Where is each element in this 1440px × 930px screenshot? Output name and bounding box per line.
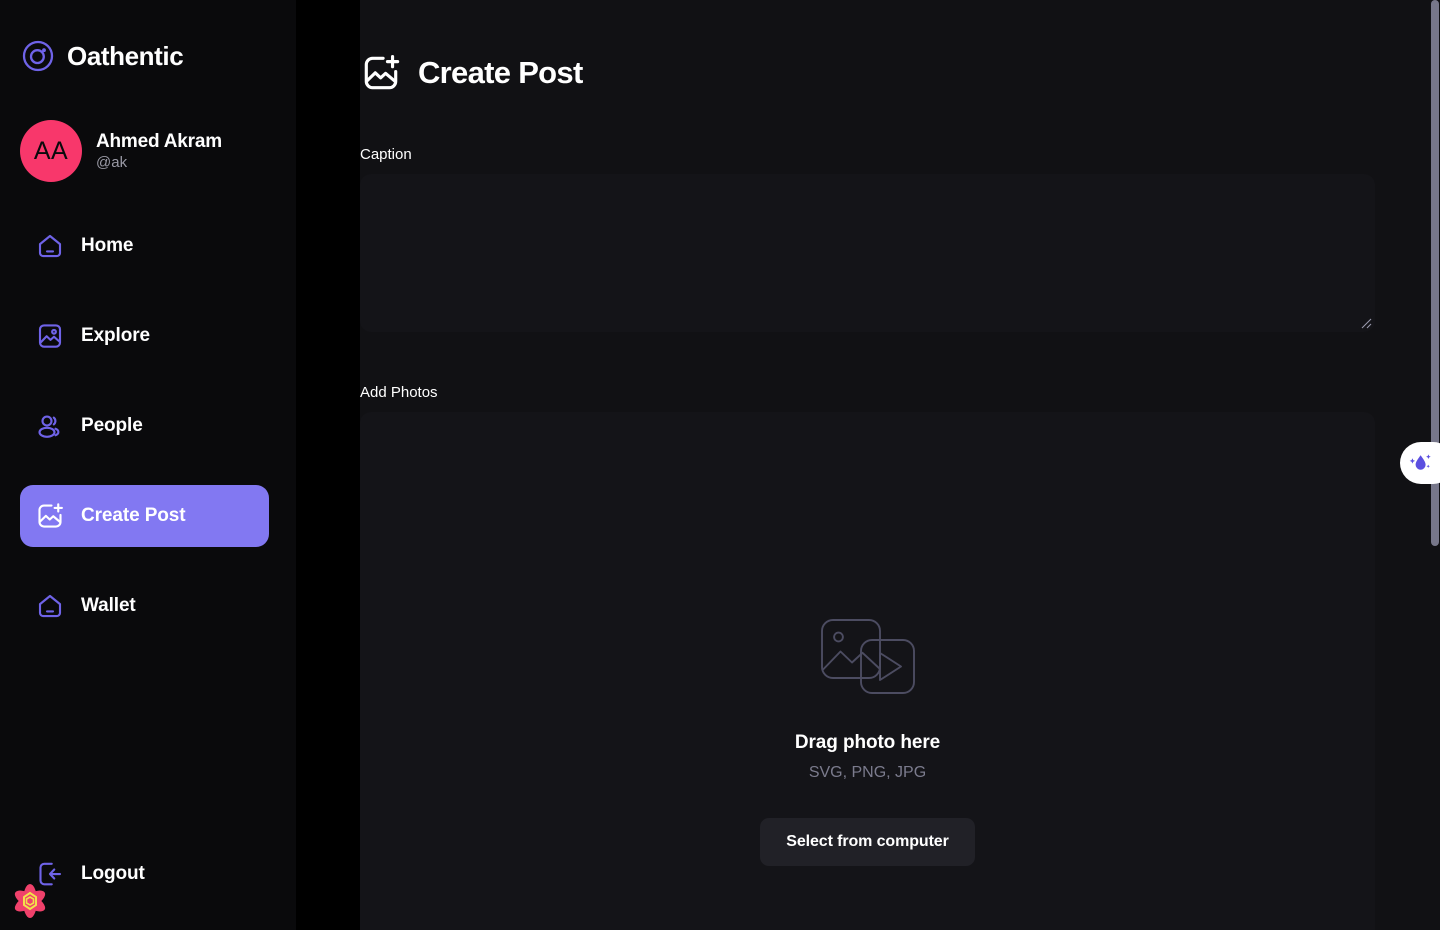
flower-atom-badge-icon[interactable] <box>5 876 55 926</box>
main-content: Create Post Caption Add Photos Drag phot… <box>360 0 1440 930</box>
sidebar-item-label: Home <box>81 235 134 256</box>
sidebar-item-label: People <box>81 415 143 436</box>
caption-input[interactable] <box>360 174 1375 332</box>
sidebar-item-label: Wallet <box>81 595 136 616</box>
photos-field-group: Add Photos Drag photo here SVG, PNG, JPG… <box>360 384 1375 930</box>
sidebar-item-people[interactable]: People <box>20 395 269 457</box>
page-title: Create Post <box>418 55 583 90</box>
dropzone-formats: SVG, PNG, JPG <box>808 764 927 781</box>
app-root: Oathentic AA Ahmed Akram @ak Home Explor… <box>0 0 1440 930</box>
sidebar-item-home[interactable]: Home <box>20 215 269 277</box>
sidebar-nav: Home Explore People Create Post Wallet <box>0 215 296 637</box>
add-image-icon <box>38 503 63 528</box>
sidebar-item-create-post[interactable]: Create Post <box>20 485 269 547</box>
image-icon <box>38 324 62 348</box>
sparkle-droplet-icon <box>1409 454 1431 470</box>
profile-handle: @ak <box>96 154 128 171</box>
sidebar: Oathentic AA Ahmed Akram @ak Home Explor… <box>0 0 296 930</box>
sidebar-item-label: Explore <box>81 325 150 346</box>
add-image-icon <box>364 54 400 90</box>
people-icon <box>38 415 60 438</box>
page-header: Create Post <box>360 52 1375 94</box>
sidebar-item-label: Create Post <box>81 505 186 526</box>
logout-label: Logout <box>81 863 145 884</box>
photo-video-icon <box>820 619 915 694</box>
profile-text: Ahmed Akram @ak <box>96 131 222 171</box>
dropzone-title: Drag photo here <box>794 732 941 753</box>
sidebar-item-explore[interactable]: Explore <box>20 305 269 367</box>
camera-lens-icon <box>22 40 54 72</box>
wallet-icon <box>38 594 62 618</box>
select-from-computer-button[interactable]: Select from computer <box>760 818 975 866</box>
layout-gutter <box>296 0 360 930</box>
brand[interactable]: Oathentic <box>0 0 296 74</box>
add-photos-label: Add Photos <box>360 384 438 401</box>
profile[interactable]: AA Ahmed Akram @ak <box>0 74 296 182</box>
avatar: AA <box>20 120 82 182</box>
caption-label: Caption <box>360 146 412 163</box>
caption-field-group: Caption <box>360 146 1375 332</box>
photo-dropzone[interactable]: Drag photo here SVG, PNG, JPG Select fro… <box>360 412 1375 930</box>
assistant-pill-button[interactable] <box>1400 442 1440 484</box>
profile-name: Ahmed Akram <box>96 131 222 152</box>
sidebar-item-wallet[interactable]: Wallet <box>20 575 269 637</box>
brand-name: Oathentic <box>67 40 184 71</box>
caption-wrapper <box>360 174 1375 332</box>
home-icon <box>38 234 62 258</box>
